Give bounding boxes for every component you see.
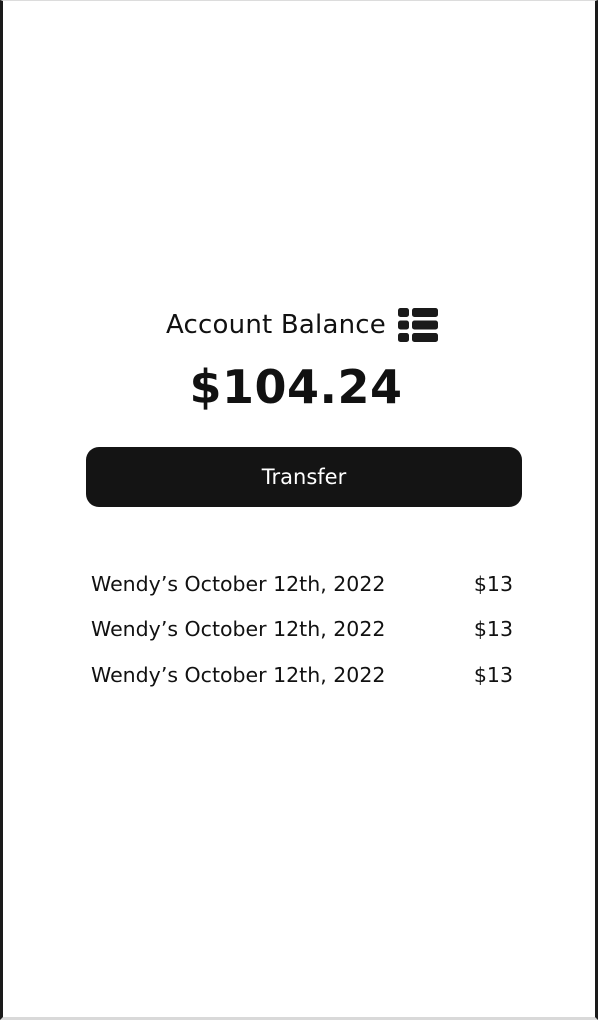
transfer-button[interactable]: Transfer bbox=[86, 447, 522, 507]
transaction-row[interactable]: Wendy’s October 12th, 2022 $13 bbox=[91, 652, 513, 698]
balance-title: Account Balance bbox=[166, 310, 386, 340]
list-icon[interactable] bbox=[397, 308, 438, 342]
transaction-list: Wendy’s October 12th, 2022 $13 Wendy’s O… bbox=[91, 561, 513, 698]
transaction-description: Wendy’s October 12th, 2022 bbox=[91, 662, 386, 687]
transaction-row[interactable]: Wendy’s October 12th, 2022 $13 bbox=[91, 607, 513, 653]
balance-amount: $104.24 bbox=[189, 360, 403, 414]
transaction-amount: $13 bbox=[473, 617, 513, 642]
transaction-description: Wendy’s October 12th, 2022 bbox=[91, 571, 386, 596]
transaction-description: Wendy’s October 12th, 2022 bbox=[91, 617, 386, 642]
transaction-amount: $13 bbox=[473, 662, 513, 687]
app-screen: Account Balance $104.24 Transfer Wendy’s… bbox=[0, 0, 598, 1020]
transaction-row[interactable]: Wendy’s October 12th, 2022 $13 bbox=[91, 561, 513, 607]
transaction-amount: $13 bbox=[473, 571, 513, 596]
balance-header: Account Balance bbox=[3, 303, 598, 347]
